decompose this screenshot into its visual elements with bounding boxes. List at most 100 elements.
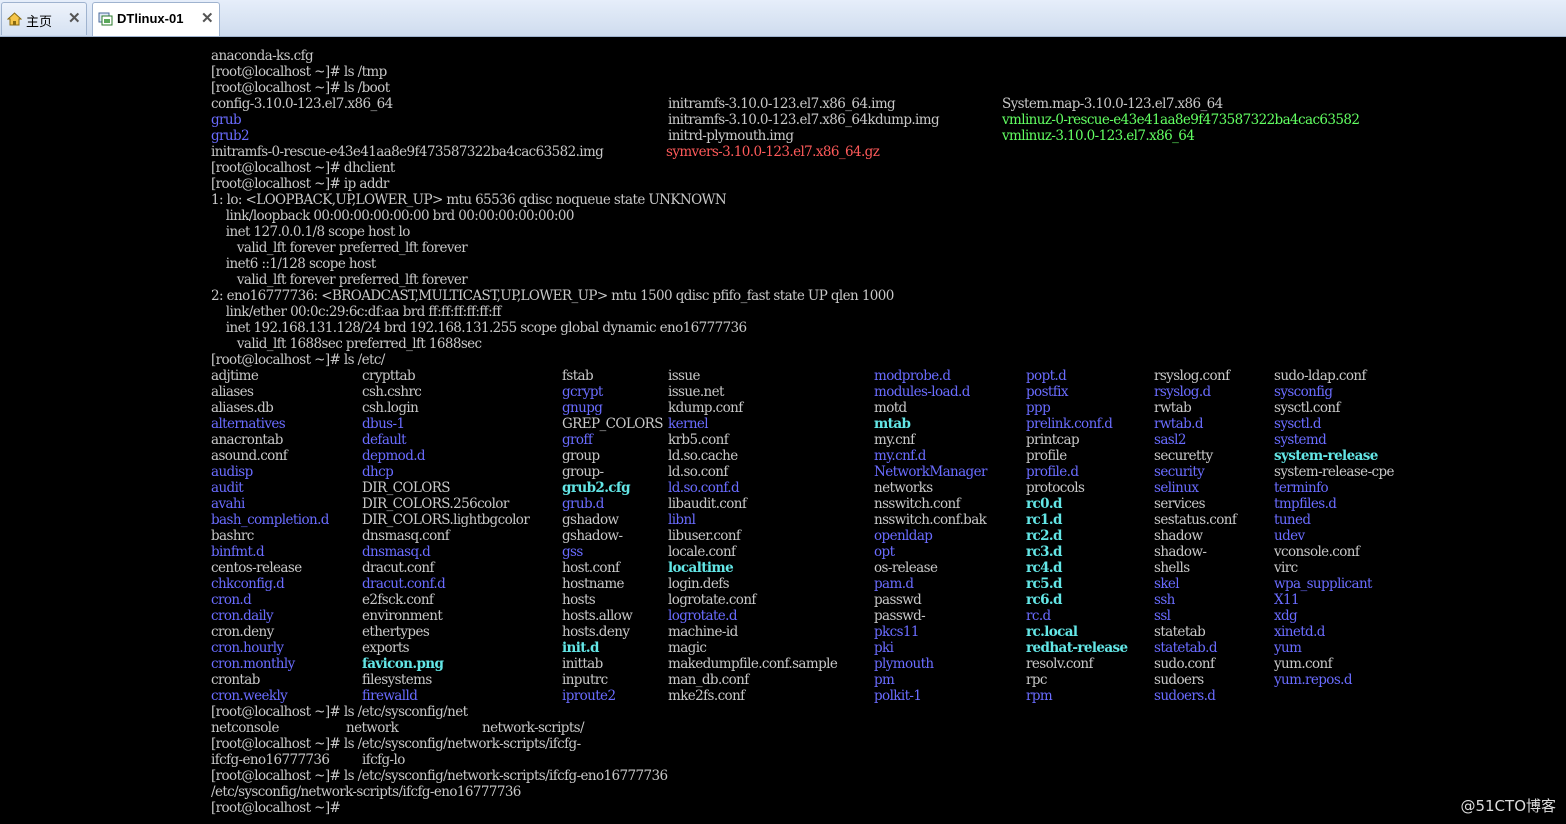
terminal-text: rc0.d: [1026, 496, 1062, 512]
close-icon[interactable]: ✕: [68, 9, 81, 27]
terminal-text: sasl2: [1154, 432, 1186, 448]
terminal-text: system-release-cpe: [1274, 464, 1395, 480]
terminal-line: grub2 initrd-plymouth.img vmlinuz-3.10.0-1…: [0, 128, 1566, 144]
terminal-text: passwd: [874, 592, 922, 608]
terminal-line: alternatives dbus-1 GREP_COLORS kernel mtab p…: [0, 416, 1566, 432]
terminal-text: rwtab: [1154, 400, 1192, 416]
tab-home[interactable]: 主页 ✕: [1, 2, 87, 35]
terminal-text: makedumpfile.conf.sample: [668, 656, 838, 672]
terminal-text: inittab: [562, 656, 603, 672]
terminal-line: cron.weekly firewalld iproute2 mke2fs.conf p…: [0, 688, 1566, 704]
terminal-text: libuser.conf: [668, 528, 741, 544]
terminal-text: inet 127.0.0.1/8 scope host lo: [211, 224, 411, 240]
terminal-text: mtab: [874, 416, 911, 432]
terminal-text: dnsmasq.conf: [362, 528, 450, 544]
terminal-text: sudo.conf: [1154, 656, 1215, 672]
terminal-text: dbus-1: [362, 416, 405, 432]
terminal-text: hosts.deny: [562, 624, 630, 640]
terminal-text: logrotate.d: [668, 608, 737, 624]
terminal-text: ethertypes: [362, 624, 430, 640]
terminal-text: polkit-1: [874, 688, 922, 704]
close-icon[interactable]: ✕: [201, 9, 214, 27]
terminal-text: exports: [362, 640, 410, 656]
terminal-text: ssl: [1154, 608, 1171, 624]
terminal-text: crypttab: [362, 368, 416, 384]
terminal-text: security: [1154, 464, 1205, 480]
terminal-text: passwd-: [874, 608, 926, 624]
terminal-console[interactable]: anaconda-ks.cfg [root@localhost ~]# ls /t…: [0, 37, 1566, 824]
terminal-line: [root@localhost ~]# ls /tmp: [0, 64, 1566, 80]
terminal-text: modules-load.d: [874, 384, 970, 400]
tab-dtlinux-01[interactable]: DTlinux-01 ✕: [92, 2, 220, 36]
terminal-text: alternatives: [211, 416, 286, 432]
terminal-text: iproute2: [562, 688, 616, 704]
terminal-text: aliases: [211, 384, 254, 400]
terminal-text: inputrc: [562, 672, 608, 688]
terminal-text: profile.d: [1026, 464, 1079, 480]
terminal-text: [root@localhost ~]# ip addr: [211, 176, 389, 192]
terminal-text: redhat-release: [1026, 640, 1128, 656]
terminal-text: filesystems: [362, 672, 432, 688]
terminal-text: [root@localhost ~]#: [211, 800, 344, 816]
terminal-text: bash_completion.d: [211, 512, 329, 528]
terminal-text: dracut.conf.d: [362, 576, 446, 592]
terminal-text: grub2.cfg: [562, 480, 631, 496]
home-icon: [7, 12, 22, 26]
terminal-text: grub: [211, 112, 242, 128]
terminal-line: link/loopback 00:00:00:00:00:00 brd 00:0…: [0, 208, 1566, 224]
terminal-text: rc5.d: [1026, 576, 1062, 592]
terminal-text: nsswitch.conf: [874, 496, 961, 512]
terminal-text: netconsole: [211, 720, 279, 736]
terminal-text: environment: [362, 608, 443, 624]
terminal-text: vconsole.conf: [1274, 544, 1360, 560]
terminal-text: my.cnf: [874, 432, 915, 448]
terminal-text: rc3.d: [1026, 544, 1062, 560]
terminal-text: sudo-ldap.conf: [1274, 368, 1366, 384]
terminal-text: plymouth: [874, 656, 934, 672]
terminal-text: ssh: [1154, 592, 1175, 608]
terminal-text: networks: [874, 480, 933, 496]
terminal-text: rc6.d: [1026, 592, 1062, 608]
terminal-line: valid_lft forever preferred_lft forever: [0, 272, 1566, 288]
terminal-text: shadow-: [1154, 544, 1207, 560]
terminal-line: cron.monthly favicon.png inittab makedumpfi…: [0, 656, 1566, 672]
terminal-text: config-3.10.0-123.el7.x86_64: [211, 96, 393, 112]
terminal-line: config-3.10.0-123.el7.x86_64 initramfs-3.…: [0, 96, 1566, 112]
terminal-line: audisp dhcp group-ld.so.conf NetworkManager…: [0, 464, 1566, 480]
terminal-line: valid_lft forever preferred_lft forever: [0, 240, 1566, 256]
terminal-text: hostname: [562, 576, 625, 592]
terminal-text: hosts: [562, 592, 596, 608]
terminal-line: anacrontab default groff krb5.conf my.cnf pri…: [0, 432, 1566, 448]
terminal-text: profile: [1026, 448, 1067, 464]
terminal-text: xdg: [1274, 608, 1298, 624]
terminal-line: centos-release dracut.conf host.conf localt…: [0, 560, 1566, 576]
terminal-text: dracut.conf: [362, 560, 435, 576]
terminal-line: [root@localhost ~]# dhclient: [0, 160, 1566, 176]
terminal-text: gshadow-: [562, 528, 623, 544]
terminal-text: wpa_supplicant: [1274, 576, 1372, 592]
terminal-text: nsswitch.conf.bak: [874, 512, 987, 528]
terminal-text: DIR_COLORS: [362, 480, 451, 496]
terminal-line: [root@localhost ~]# ls /etc/sysconfig/ne…: [0, 736, 1566, 752]
terminal-line: link/ether 00:0c:29:6c:df:aa brd ff:ff:f…: [0, 304, 1566, 320]
terminal-text: rpc: [1026, 672, 1047, 688]
terminal-text: sestatus.conf: [1154, 512, 1237, 528]
terminal-text: magic: [668, 640, 707, 656]
terminal-text: fstab: [562, 368, 594, 384]
terminal-text: ppp: [1026, 400, 1051, 416]
terminal-line: [root@localhost ~]# ls /etc/sysconfig/ne…: [0, 768, 1566, 784]
terminal-text: csh.cshrc: [362, 384, 422, 400]
terminal-text: group: [562, 448, 600, 464]
terminal-line: 2: eno16777736: <BROADCAST,MULTICAST,UP,…: [0, 288, 1566, 304]
terminal-text: hosts.allow: [562, 608, 633, 624]
terminal-text: ld.so.conf: [668, 464, 728, 480]
terminal-text: 2: eno16777736: <BROADCAST,MULTICAST,UP,…: [211, 288, 894, 304]
terminal-text: csh.login: [362, 400, 419, 416]
terminal-text: /etc/sysconfig/network-scripts/ifcfg-eno…: [211, 784, 521, 800]
terminal-text: kdump.conf: [668, 400, 743, 416]
terminal-line: cron.daily environment hosts.allow logrotat…: [0, 608, 1566, 624]
terminal-text: motd: [874, 400, 907, 416]
terminal-text: e2fsck.conf: [362, 592, 434, 608]
terminal-line: aliases csh.cshrc gcrypt issue.net modules-l…: [0, 384, 1566, 400]
terminal-text: sysctl.conf: [1274, 400, 1340, 416]
